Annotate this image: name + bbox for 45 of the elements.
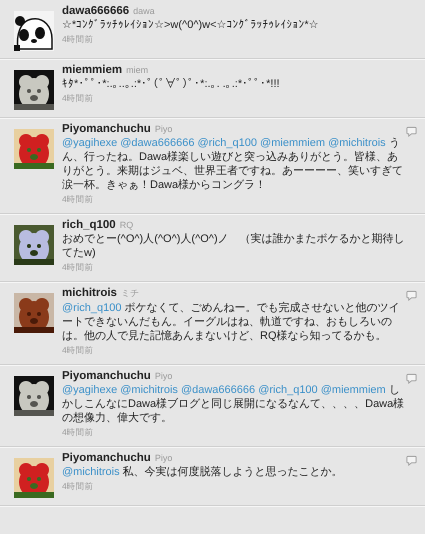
mention-link[interactable]: @yagihexe xyxy=(62,384,118,396)
user-handle: RQ xyxy=(120,220,134,230)
user-handle: Piyo xyxy=(154,453,172,463)
mention-link[interactable]: @dawa666666 xyxy=(180,384,256,396)
reply-icon[interactable] xyxy=(406,290,417,301)
mention-link[interactable]: @michitrois xyxy=(328,137,386,149)
mention-link[interactable]: @rich_q100 xyxy=(258,384,318,396)
mention-link[interactable]: @michitrois xyxy=(62,466,120,478)
timestamp: 4時間前 xyxy=(62,345,94,357)
user-name[interactable]: Piyomanchuchu xyxy=(62,452,151,464)
timestamp: 4時間前 xyxy=(62,481,94,493)
tweet-text: @rich_q100 ボケなくて、ごめんねー。でも完成させないと他のツイートできないんだもん。イーグルはね、軌道ですね、おもしろいのは。他の人で見た記憶あんまないけど、RQ様なら知ってるかも。 xyxy=(62,301,401,343)
timestamp: 4時間前 xyxy=(62,93,94,105)
timestamp: 4時間前 xyxy=(62,427,94,439)
mention-link[interactable]: @rich_q100 xyxy=(198,137,257,149)
mention-link[interactable]: @miemmiem xyxy=(260,137,325,149)
reply-icon[interactable] xyxy=(406,373,417,384)
mention-link[interactable]: @michitrois xyxy=(120,384,178,396)
mention-link[interactable]: @dawa666666 xyxy=(120,137,194,149)
panda-avatar-icon xyxy=(14,11,54,51)
user-handle: ミチ xyxy=(120,287,139,300)
mention-link[interactable]: @rich_q100 xyxy=(62,302,122,314)
reply-icon[interactable] xyxy=(406,455,417,466)
tweet-text: @yagihexe @dawa666666 @rich_q100 @miemmiem @michitrois うん、行ったね。Dawa様楽しい遊びと突っ込みありがとう。皆様、ありがとう。来期はジュベ、世界王者ですね。あーーーー、笑いすぎて涙一杯。きゃぁ！Dawa様からコングラ！ xyxy=(62,136,404,192)
tweet-text: ｷﾀ*･ﾟﾟ･*:.｡..｡.:*･ﾟ(ﾟ∀ﾟ)ﾟ･*:.｡. .｡.:*･ﾟﾟ･*!!! xyxy=(62,77,281,91)
user-handle: dawa xyxy=(133,6,155,16)
user-name[interactable]: Piyomanchuchu xyxy=(62,370,151,382)
user-handle: miem xyxy=(126,65,148,75)
user-handle: Piyo xyxy=(154,124,172,134)
user-handle: Piyo xyxy=(154,371,172,381)
timestamp: 4時間前 xyxy=(62,194,94,206)
timestamp: 4時間前 xyxy=(62,262,94,274)
tweet-text: @yagihexe @michitrois @dawa666666 @rich_q100 @miemmiem しかしこんなにDawa様ブログと同じ展開になるなんて、、、、Dawa様の想像力、偉大です。 xyxy=(62,383,406,425)
mention-link[interactable]: @miemmiem xyxy=(320,384,386,396)
user-name[interactable]: Piyomanchuchu xyxy=(62,123,151,135)
tweet-text: おめでとー(^O^)人(^O^)人(^O^)ノ （実は誰かまたボケるかと期待してたw) xyxy=(62,232,406,260)
reply-icon[interactable] xyxy=(406,126,417,137)
tweet-text: ☆*ｺﾝｸﾞﾗｯﾁｩﾚｲｼｮﾝ☆>w(^0^)w<☆ｺﾝｸﾞﾗｯﾁｩﾚｲｼｮﾝ*☆ xyxy=(62,18,320,32)
tweet-text: @michitrois 私、今実は何度脱落しようと思ったことか。 xyxy=(62,465,344,479)
user-name[interactable]: miemmiem xyxy=(62,64,122,76)
user-name[interactable]: michitrois xyxy=(62,287,117,299)
user-name[interactable]: rich_q100 xyxy=(62,219,116,231)
timestamp: 4時間前 xyxy=(62,34,94,46)
user-name[interactable]: dawa666666 xyxy=(62,5,130,17)
mention-link[interactable]: @yagihexe xyxy=(62,137,118,149)
